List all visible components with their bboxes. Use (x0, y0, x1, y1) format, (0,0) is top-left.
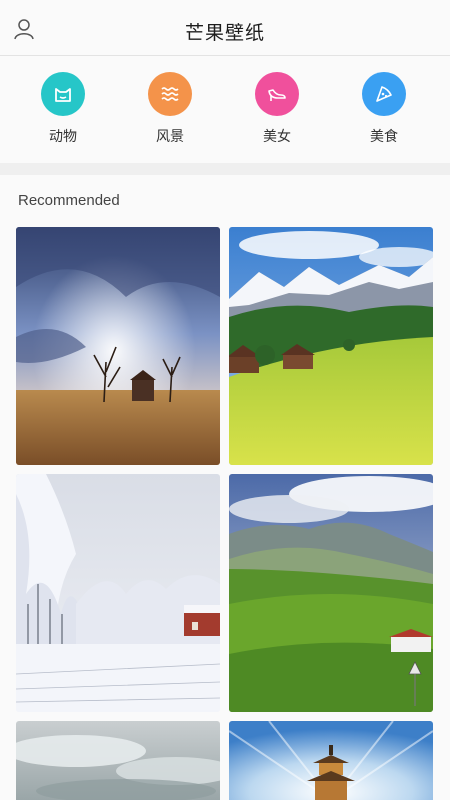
category-label: 动物 (49, 129, 77, 145)
wallpaper-image (229, 227, 433, 465)
category-animals[interactable]: 动物 (23, 72, 103, 146)
high-heel-icon (255, 72, 299, 116)
cat-face-icon (41, 72, 85, 116)
wallpaper-image (229, 721, 433, 800)
waves-icon (148, 72, 192, 116)
pizza-icon (362, 72, 406, 116)
wallpaper-image (16, 474, 220, 712)
wallpaper-tile-cloudy-sky[interactable] (16, 721, 220, 800)
wallpaper-image (229, 474, 433, 712)
wallpaper-tile-green-hills-house[interactable] (229, 474, 433, 712)
section-divider (0, 163, 450, 175)
wallpaper-image (16, 227, 220, 465)
wallpaper-tile-stormy-field-house[interactable] (16, 227, 220, 465)
wallpaper-tile-alpine-meadow[interactable] (229, 227, 433, 465)
wallpaper-image (16, 721, 220, 800)
category-label: 风景 (156, 129, 184, 145)
wallpaper-tile-snowy-forest-house[interactable] (16, 474, 220, 712)
app-header: 芒果壁纸 (0, 0, 450, 56)
category-food[interactable]: 美食 (344, 72, 424, 146)
wallpaper-tile-pagoda-sky[interactable] (229, 721, 433, 800)
category-label: 美女 (263, 129, 291, 145)
category-label: 美食 (370, 129, 398, 145)
section-title: Recommended (18, 192, 120, 209)
category-scenery[interactable]: 风景 (130, 72, 210, 146)
category-beauty[interactable]: 美女 (237, 72, 317, 146)
category-bar: 动物 风景 美女 美食 (0, 57, 450, 163)
app-title: 芒果壁纸 (184, 22, 265, 44)
